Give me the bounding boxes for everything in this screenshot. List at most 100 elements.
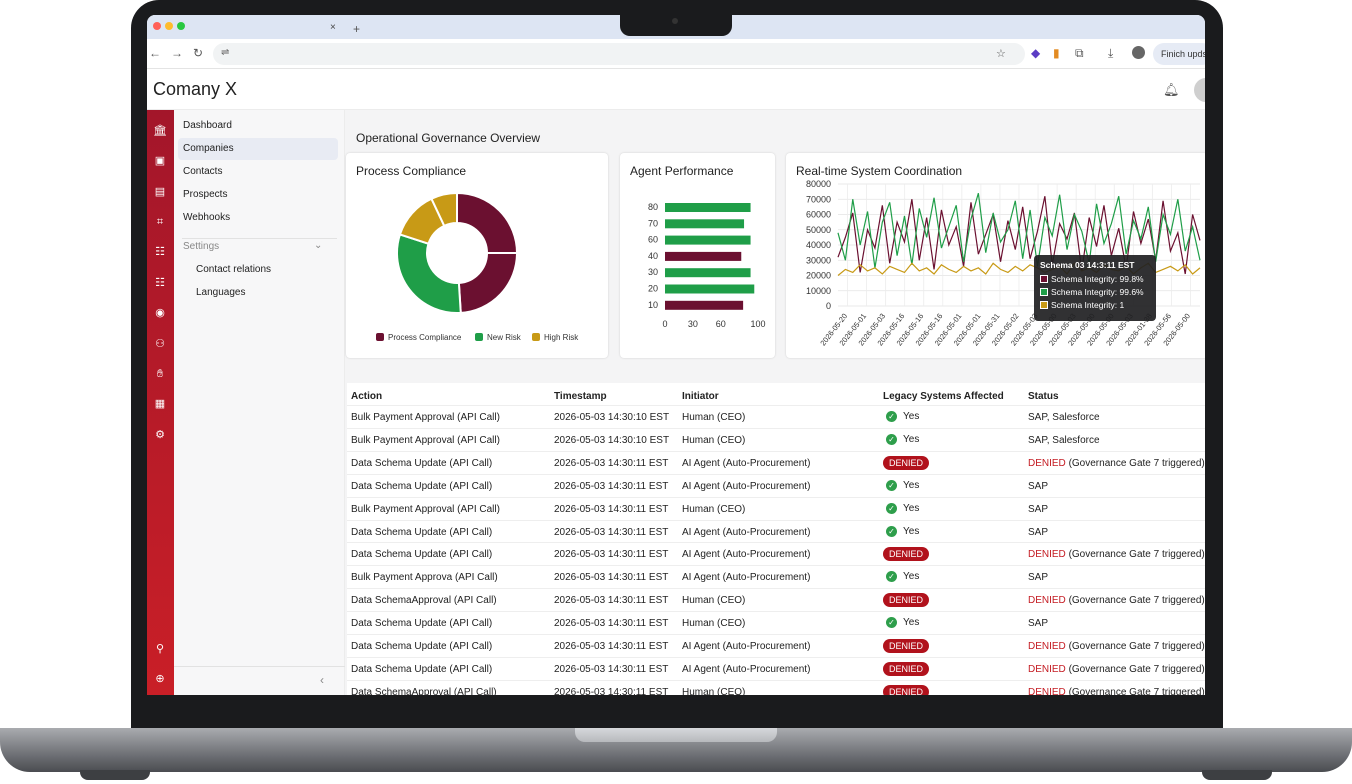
- tab-close-icon[interactable]: ×: [330, 22, 336, 33]
- sidebar-item-contacts[interactable]: Contacts: [178, 161, 338, 183]
- profile-chip[interactable]: Finich upds: [1153, 43, 1205, 65]
- extensions-icon[interactable]: ⧉: [1075, 46, 1084, 61]
- yes-label: Yes: [903, 411, 920, 422]
- people-icon[interactable]: ⚇: [152, 336, 168, 352]
- profile-settings-icon[interactable]: ⚙︎: [152, 427, 168, 443]
- browser-icon[interactable]: ▣: [152, 153, 168, 169]
- user-icon[interactable]: ⚲: [152, 641, 168, 657]
- status-text: SAP: [1028, 526, 1049, 538]
- table-row[interactable]: Data Schema Update (API Call) 2026-05-03 …: [347, 542, 1205, 565]
- sidebar-item-languages[interactable]: Languages: [196, 287, 246, 298]
- user-avatar[interactable]: [1194, 78, 1205, 102]
- building-icon[interactable]: ▦: [152, 396, 168, 412]
- column-header-status[interactable]: Status: [1028, 391, 1059, 402]
- chevron-down-icon[interactable]: ⌄: [314, 240, 322, 251]
- bar[interactable]: [665, 251, 742, 261]
- status-text: SAP, Salesforce: [1028, 412, 1100, 423]
- sidebar-item-contact-relations[interactable]: Contact relations: [196, 264, 271, 275]
- cell-action: Data Schema Update (API Call): [351, 480, 493, 492]
- column-header-legacy[interactable]: Legacy Systems Affected: [883, 391, 1004, 402]
- check-icon: ✓: [886, 571, 897, 583]
- cell-timestamp: 2026-05-03 14:30:11 EST: [554, 641, 669, 652]
- table-row[interactable]: Data Schema Update (API Call) 2026-05-03 …: [347, 611, 1205, 634]
- denied-badge: DENIED: [883, 547, 930, 562]
- yes-label: Yes: [903, 525, 920, 537]
- table-row[interactable]: Bulk Payment Approva (API Call) 2026-05-0…: [347, 565, 1205, 588]
- extension-diamond-icon[interactable]: ◆: [1031, 46, 1040, 60]
- handshake-icon[interactable]: ✋︎: [152, 366, 168, 382]
- table-row[interactable]: Data SchemaApproval (API Call) 2026-05-03…: [347, 679, 1205, 695]
- column-header-timestamp[interactable]: Timestamp: [554, 391, 607, 402]
- sidebar-item-prospects[interactable]: Prospects: [178, 184, 338, 206]
- profile-avatar[interactable]: [1132, 46, 1145, 59]
- column-header-initiator[interactable]: Initiator: [682, 391, 719, 402]
- sidebar-item-webhooks[interactable]: Webhooks: [178, 207, 338, 229]
- cell-status: SAP: [1028, 504, 1048, 515]
- sidebar-item-dashboard[interactable]: Dashboard: [178, 115, 338, 137]
- y-tick-label: 20000: [806, 271, 831, 281]
- laptop-lid-notch: [575, 728, 777, 742]
- bank-icon[interactable]: 🏛︎: [152, 123, 168, 139]
- site-settings-icon[interactable]: ⇌: [221, 47, 229, 58]
- download-icon[interactable]: ⤓: [1108, 46, 1113, 61]
- laptop-foot: [1202, 770, 1272, 780]
- tooltip-row: Schema Integrity: 1: [1040, 300, 1150, 310]
- legend-item: High Risk: [532, 333, 578, 342]
- extension-orange-icon[interactable]: ▮: [1053, 46, 1060, 60]
- collapse-sidebar-icon[interactable]: ‹: [320, 673, 324, 687]
- table-row[interactable]: Data SchemaApproval (API Call) 2026-05-03…: [347, 588, 1205, 611]
- donut-slice[interactable]: [396, 233, 462, 314]
- reload-icon[interactable]: ↻: [193, 46, 203, 60]
- yes-label: Yes: [903, 479, 920, 491]
- table-row[interactable]: Data Schema Update (API Call) 2026-05-03 …: [347, 450, 1205, 474]
- cell-action: Bulk Payment Approval (API Call): [351, 434, 500, 446]
- bar[interactable]: [665, 219, 745, 229]
- bell-icon[interactable]: 🔔︎: [1163, 82, 1180, 98]
- bar[interactable]: [665, 284, 755, 294]
- table-row[interactable]: Bulk Payment Approval (API Call) 2026-05-…: [347, 427, 1205, 451]
- table-row[interactable]: Data Schema Update (API Call) 2026-05-03 …: [347, 519, 1205, 543]
- donut-slice[interactable]: [457, 252, 519, 314]
- browser-toolbar: ← → ↻ ⇌ ☆ ◆ ▮ ⧉ ⤓ Finich upds: [147, 39, 1205, 69]
- status-denied-label: DENIED: [1028, 457, 1066, 469]
- laptop-foot: [80, 770, 150, 780]
- document-icon[interactable]: ▤: [152, 184, 168, 200]
- table-row[interactable]: Data Schema Update (API Call) 2026-05-03 …: [347, 473, 1205, 497]
- x-tick-label: 60: [716, 319, 726, 329]
- table-row[interactable]: Bulk Payment Approval (API Call) 2026-05-…: [347, 405, 1205, 428]
- table-row[interactable]: Data Schema Update (API Call) 2026-05-03 …: [347, 656, 1205, 680]
- cell-initiator: Human (CEO): [682, 595, 746, 607]
- network-icon[interactable]: ☷: [152, 244, 168, 260]
- cell-legacy: ✓ Yes: [886, 525, 920, 537]
- status-text: SAP: [1028, 618, 1049, 630]
- y-tick-label: 40000: [806, 240, 831, 250]
- sidebar-item-companies[interactable]: Companies: [178, 138, 338, 160]
- cell-status: SAP: [1028, 527, 1048, 538]
- new-tab-icon[interactable]: +: [353, 22, 360, 36]
- cell-action: Data Schema Update (API Call): [351, 526, 493, 538]
- cell-timestamp: 2026-05-03 14:30:11 EST: [554, 595, 669, 607]
- table-row[interactable]: Bulk Payment Approval (API Call) 2026-05-…: [347, 496, 1205, 520]
- address-bar[interactable]: ⇌ ☆: [213, 43, 1025, 65]
- bar[interactable]: [665, 203, 751, 212]
- bookmark-star-icon[interactable]: ☆: [996, 47, 1006, 60]
- column-header-action[interactable]: Action: [351, 391, 382, 402]
- forward-icon[interactable]: →: [171, 46, 183, 60]
- network-alt-icon[interactable]: ☷: [152, 275, 168, 291]
- globe-icon[interactable]: ⊕: [152, 671, 168, 687]
- donut-slice[interactable]: [456, 191, 519, 254]
- back-icon[interactable]: ←: [149, 46, 161, 60]
- bar[interactable]: [665, 300, 744, 310]
- bar[interactable]: [665, 268, 751, 278]
- sidebar-settings-header[interactable]: Settings: [183, 241, 219, 252]
- browser-tab[interactable]: × +: [147, 18, 360, 39]
- cell-action: Bulk Payment Approval (API Call): [351, 503, 500, 515]
- table-row[interactable]: Data Schema Update (API Call) 2026-05-03 …: [347, 634, 1205, 657]
- cell-status: DENIED (Governance Gate 7 triggered): [1028, 687, 1205, 695]
- badge-icon[interactable]: ◉: [152, 305, 168, 321]
- bar[interactable]: [665, 235, 751, 245]
- org-chart-icon[interactable]: ⌗: [152, 214, 168, 230]
- cell-timestamp: 2026-05-03 14:30:11 EST: [554, 480, 669, 492]
- status-denied-label: DENIED: [1028, 595, 1066, 607]
- donut-chart: [396, 191, 519, 314]
